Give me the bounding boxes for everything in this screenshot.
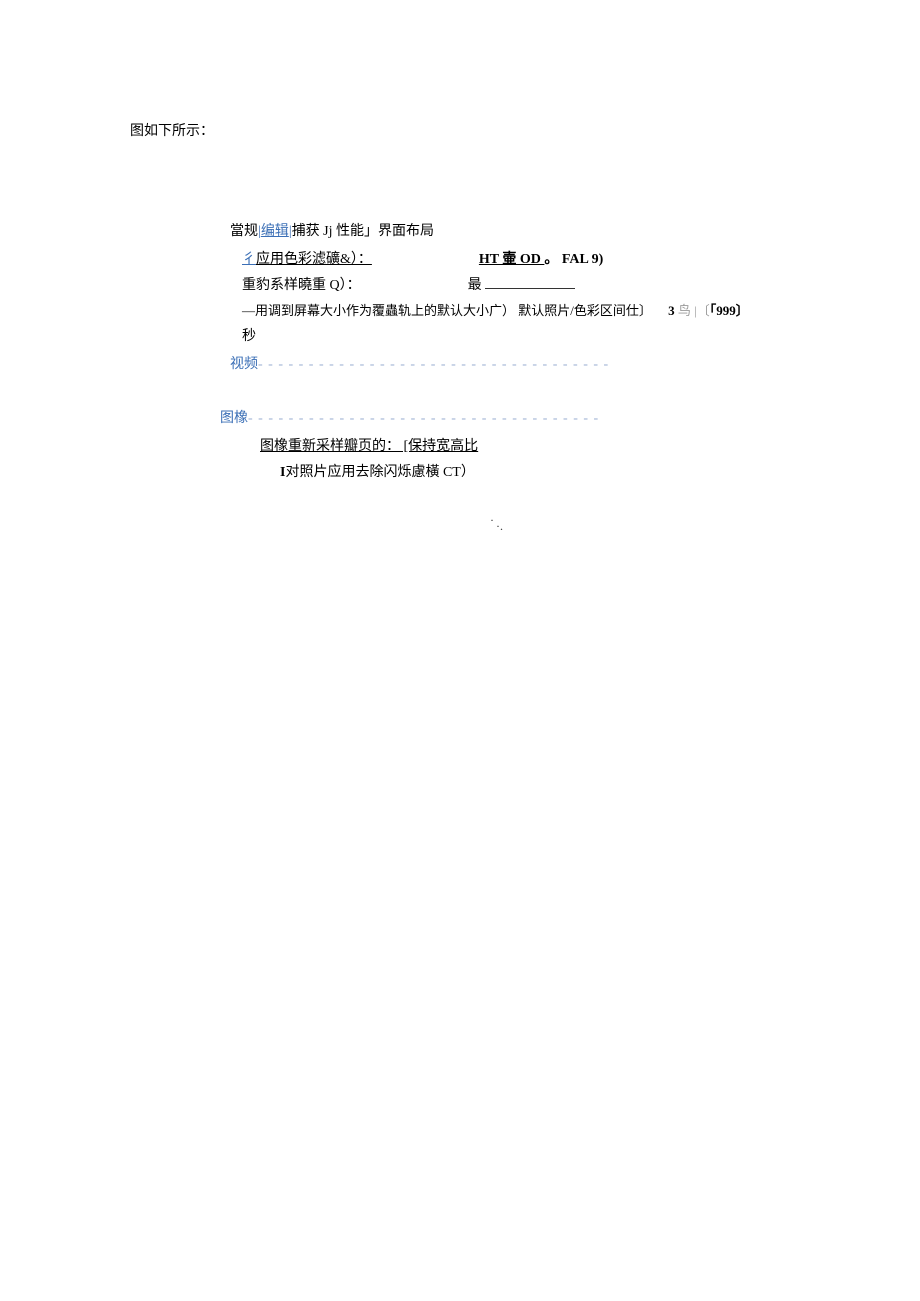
smooth-factor-label: 重豹系样曉重 Q）：	[242, 278, 361, 293]
section-image: 图橡- - - - - - - - - - - - - - - - - - - …	[220, 407, 790, 427]
dot-2: ·.	[496, 523, 790, 529]
tabs-row: 當规|编辑|捕获 Jj 性能」界面布局	[230, 220, 790, 240]
color-filter-value-a: HT 壷 OD	[479, 252, 544, 267]
smooth-factor-value: 最	[468, 278, 482, 293]
stray-dots: · ·.	[490, 517, 790, 529]
tab-glyph: Jj	[323, 224, 332, 239]
section-divider-dashes: - - - - - - - - - - - - - - - - - - - - …	[248, 411, 599, 426]
section-divider-dashes: - - - - - - - - - - - - - - - - - - - - …	[258, 357, 609, 372]
row-color-filter: 彳应用色彩滤礦&）： HT 壷 OD 。 FAL 9)	[242, 248, 790, 268]
tab-layout[interactable]: 性能」界面布局	[336, 224, 434, 239]
section-video: 视频- - - - - - - - - - - - - - - - - - - …	[230, 353, 790, 373]
row-deflicker: I对照片应用去除闪烁慮橫 CT）	[280, 461, 790, 481]
row-seconds: 秒	[242, 325, 790, 345]
underline-input-line[interactable]	[485, 279, 575, 289]
tab-general[interactable]: 當规	[230, 224, 258, 239]
default-size-text-c: 鸟 |〔	[675, 303, 710, 318]
color-filter-label: 应用色彩滤礦&）：	[256, 252, 372, 267]
row-image-resample: 图橡重新采样瓣页的： [保持宽高比	[260, 435, 790, 455]
default-size-text-a: —用调到屏幕大小作为覆蟲轨上的默认大小广） 默认照片/色彩区间仕〕	[242, 303, 652, 318]
leading-glyph: 彳	[242, 252, 256, 267]
default-size-bracket: 「999〕	[710, 303, 749, 318]
deflicker-text: 对照片应用去除闪烁慮橫 CT）	[285, 465, 474, 480]
image-resample-text: 图橡重新采样瓣页的： [保持宽高比	[260, 439, 478, 454]
document-page: 图如下所示： 當规|编辑|捕获 Jj 性能」界面布局 彳应用色彩滤礦&）： HT…	[0, 0, 920, 529]
intro-text: 图如下所示：	[130, 120, 790, 140]
section-video-label: 视频	[230, 357, 258, 372]
tab-edit[interactable]: 编辑	[261, 224, 289, 239]
tab-capture[interactable]: 捕获	[292, 224, 320, 239]
section-image-label: 图橡	[220, 411, 248, 426]
dialog-mock-block: 當规|编辑|捕获 Jj 性能」界面布局 彳应用色彩滤礦&）： HT 壷 OD 。…	[130, 220, 790, 529]
row-default-size: —用调到屏幕大小作为覆蟲轨上的默认大小广） 默认照片/色彩区间仕〕 3 鸟 |〔…	[242, 300, 790, 319]
row-smooth-factor: 重豹系样曉重 Q）： 最	[242, 274, 790, 294]
color-filter-value-b: 。 FAL 9)	[544, 252, 603, 267]
